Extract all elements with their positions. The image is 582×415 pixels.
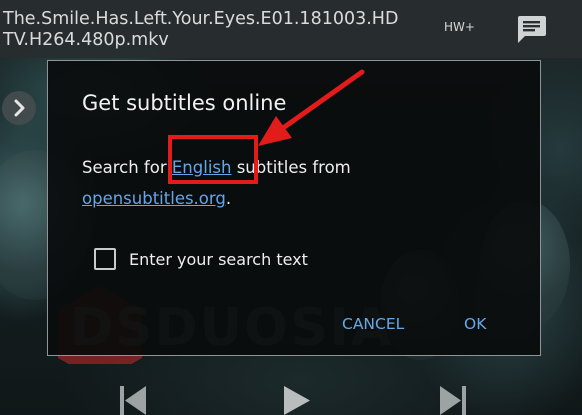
chevron-right-icon <box>14 99 25 117</box>
subtitles-dialog: Get subtitles online Search for English … <box>47 60 541 356</box>
play-icon[interactable] <box>282 384 312 415</box>
dialog-title: Get subtitles online <box>82 91 287 115</box>
search-text-checkbox[interactable] <box>94 248 116 270</box>
playback-controls <box>0 376 582 415</box>
search-text-option[interactable]: Enter your search text <box>94 248 308 270</box>
body-prefix: Search for <box>82 158 172 177</box>
hw-decoder-badge[interactable]: HW+ <box>444 20 475 34</box>
ok-button[interactable]: OK <box>464 315 486 333</box>
skip-previous-icon[interactable] <box>118 384 148 415</box>
cancel-button[interactable]: CANCEL <box>342 315 404 333</box>
title-bar: The.Smile.Has.Left.Your.Eyes.E01.181003.… <box>0 0 582 58</box>
side-panel-toggle[interactable] <box>2 91 36 125</box>
subtitle-message-icon[interactable] <box>514 13 548 45</box>
search-text-label[interactable]: Enter your search text <box>129 250 308 269</box>
annotation-highlight-box <box>168 135 258 184</box>
body-suffix: . <box>225 189 232 208</box>
file-title: The.Smile.Has.Left.Your.Eyes.E01.181003.… <box>3 9 399 50</box>
source-link[interactable]: opensubtitles.org <box>82 189 226 208</box>
skip-next-icon[interactable] <box>438 384 468 415</box>
